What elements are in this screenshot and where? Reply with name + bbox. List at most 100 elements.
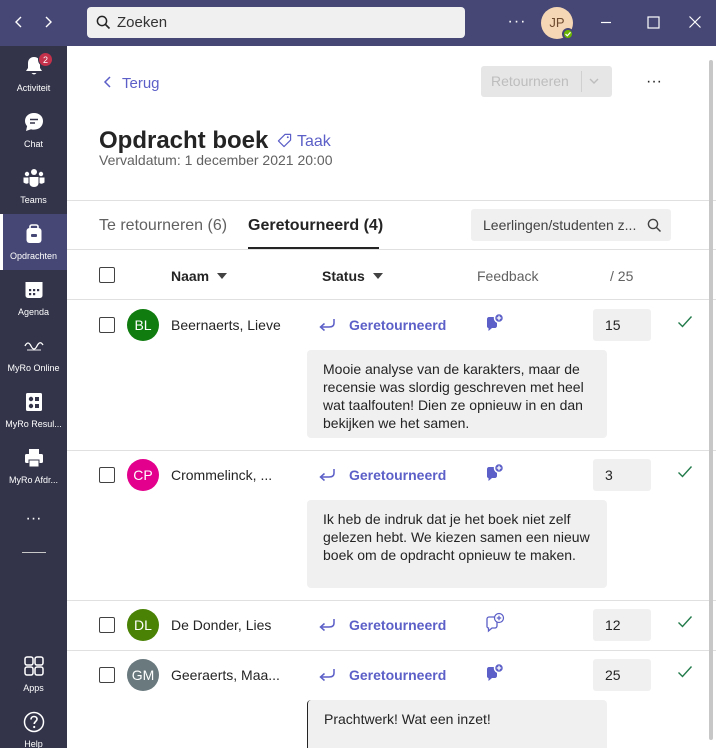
rail-label: Opdrachten bbox=[9, 251, 58, 261]
chevron-left-icon bbox=[15, 16, 22, 28]
checkmark-icon bbox=[678, 616, 693, 628]
column-header-name[interactable]: Naam bbox=[171, 267, 228, 285]
student-avatar: BL bbox=[127, 309, 159, 341]
rail-item-apps[interactable]: Apps bbox=[0, 646, 67, 702]
rail-item-teams[interactable]: Teams bbox=[0, 158, 67, 214]
chevron-down-icon[interactable] bbox=[587, 74, 601, 88]
row-checkbox[interactable] bbox=[99, 667, 115, 683]
minimize-icon bbox=[601, 21, 611, 24]
select-all-checkbox[interactable] bbox=[99, 267, 115, 283]
myro-online-icon bbox=[24, 342, 44, 351]
search-box[interactable] bbox=[87, 7, 465, 38]
rail-label: MyRo Resul... bbox=[5, 419, 62, 429]
maximize-button[interactable] bbox=[639, 8, 667, 36]
student-name[interactable]: Crommelinck, ... bbox=[171, 466, 272, 484]
column-header-status[interactable]: Status bbox=[322, 267, 383, 285]
myro-results-icon bbox=[26, 393, 42, 411]
return-split-button[interactable]: Retourneren bbox=[481, 66, 612, 97]
presence-available-icon bbox=[562, 28, 574, 40]
help-icon bbox=[23, 711, 45, 733]
checkmark-icon bbox=[678, 466, 693, 478]
vertical-scrollbar[interactable] bbox=[707, 52, 715, 742]
header-divider bbox=[67, 200, 716, 201]
chat-icon bbox=[25, 113, 43, 131]
user-avatar[interactable]: JP bbox=[541, 7, 574, 40]
student-name[interactable]: De Donder, Lies bbox=[171, 616, 271, 634]
back-link[interactable]: Terug bbox=[103, 74, 160, 94]
rail-label: Activiteit bbox=[16, 83, 51, 93]
rail-item-help[interactable]: Help bbox=[0, 702, 67, 748]
rail-item-opdrachten[interactable]: Opdrachten bbox=[0, 214, 67, 270]
more-apps-dots: ··· bbox=[25, 510, 42, 527]
return-arrow-icon bbox=[319, 619, 335, 632]
rail-item-agenda[interactable]: Agenda bbox=[0, 270, 67, 326]
return-button-label: Retourneren bbox=[491, 73, 569, 89]
checkmark-icon bbox=[678, 316, 693, 328]
table-row: BL Beernaerts, Lieve Geretourneerd Mooie… bbox=[67, 300, 716, 450]
column-header-feedback: Feedback bbox=[477, 268, 539, 284]
student-name[interactable]: Beernaerts, Lieve bbox=[171, 316, 281, 334]
row-checkbox[interactable] bbox=[99, 467, 115, 483]
tag-label: Taak bbox=[297, 133, 331, 150]
tag-icon bbox=[277, 133, 292, 148]
feedback-filled-icon[interactable] bbox=[483, 462, 505, 484]
scroll-thumb[interactable] bbox=[709, 60, 713, 740]
assignment-more-button[interactable]: ··· bbox=[642, 70, 666, 94]
return-arrow-icon bbox=[319, 669, 335, 682]
apps-icon bbox=[24, 656, 44, 676]
grade-input[interactable] bbox=[593, 609, 651, 641]
feedback-text[interactable]: Ik heb de indruk dat je het boek niet ze… bbox=[307, 500, 607, 588]
chevron-left-icon bbox=[103, 76, 111, 88]
column-header-points: / 25 bbox=[610, 268, 634, 284]
table-row: CP Crommelinck, ... Geretourneerd Ik heb… bbox=[67, 450, 716, 600]
row-checkbox[interactable] bbox=[99, 617, 115, 633]
rail-item-chat[interactable]: Chat bbox=[0, 102, 67, 158]
tab-returned[interactable]: Geretourneerd (4) bbox=[248, 216, 383, 236]
app-rail: 2 Activiteit Chat Teams Opdrachten Agend… bbox=[0, 46, 67, 748]
close-icon bbox=[689, 16, 701, 28]
feedback-text[interactable]: Mooie analyse van de karakters, maar de … bbox=[307, 350, 607, 438]
feedback-filled-icon[interactable] bbox=[483, 312, 505, 334]
row-checkbox[interactable] bbox=[99, 317, 115, 333]
assignment-main: Terug Retourneren ··· Opdracht boek Taak… bbox=[67, 46, 716, 748]
add-feedback-icon[interactable] bbox=[483, 612, 505, 634]
feedback-text-editing[interactable]: Prachtwerk! Wat een inzet! bbox=[307, 700, 607, 748]
rail-divider bbox=[22, 552, 46, 553]
activity-badge: 2 bbox=[38, 52, 53, 67]
due-date: Vervaldatum: 1 december 2021 20:00 bbox=[99, 152, 333, 168]
close-button[interactable] bbox=[681, 8, 709, 36]
search-icon bbox=[647, 218, 662, 233]
back-nav-button[interactable] bbox=[8, 11, 30, 33]
minimize-button[interactable] bbox=[592, 8, 620, 36]
back-label: Terug bbox=[122, 75, 160, 92]
tabs-divider bbox=[67, 249, 716, 250]
tab-to-return[interactable]: Te retourneren (6) bbox=[99, 216, 227, 236]
grade-input[interactable] bbox=[593, 309, 651, 341]
grade-input[interactable] bbox=[593, 459, 651, 491]
rail-item-myro-results[interactable]: MyRo Resul... bbox=[0, 382, 67, 438]
more-options-button[interactable]: ··· bbox=[505, 10, 529, 34]
title-bar: ··· JP bbox=[0, 0, 716, 46]
rail-item-myro-online[interactable]: MyRo Online bbox=[0, 326, 67, 382]
student-name[interactable]: Geeraerts, Maa... bbox=[171, 666, 280, 684]
maximize-icon bbox=[647, 16, 660, 29]
rail-item-myro-print[interactable]: MyRo Afdr... bbox=[0, 438, 67, 494]
rail-label: MyRo Afdr... bbox=[8, 475, 59, 485]
grade-input[interactable] bbox=[593, 659, 651, 691]
printer-icon bbox=[25, 449, 43, 468]
search-input[interactable] bbox=[117, 7, 447, 38]
rail-label: Help bbox=[24, 739, 43, 748]
feedback-filled-icon[interactable] bbox=[483, 662, 505, 684]
rail-label: Agenda bbox=[17, 307, 50, 317]
student-filter[interactable] bbox=[471, 209, 671, 241]
chevron-right-icon bbox=[45, 16, 52, 28]
sort-caret-icon bbox=[217, 273, 228, 279]
rail-item-activiteit[interactable]: 2 Activiteit bbox=[0, 46, 67, 102]
rail-more-button[interactable]: ··· bbox=[0, 502, 67, 542]
forward-nav-button[interactable] bbox=[37, 11, 59, 33]
user-initials: JP bbox=[549, 15, 565, 30]
rail-label: Chat bbox=[23, 139, 43, 149]
search-icon bbox=[96, 15, 111, 30]
category-tag[interactable]: Taak bbox=[277, 132, 331, 152]
student-filter-input[interactable] bbox=[483, 209, 641, 241]
